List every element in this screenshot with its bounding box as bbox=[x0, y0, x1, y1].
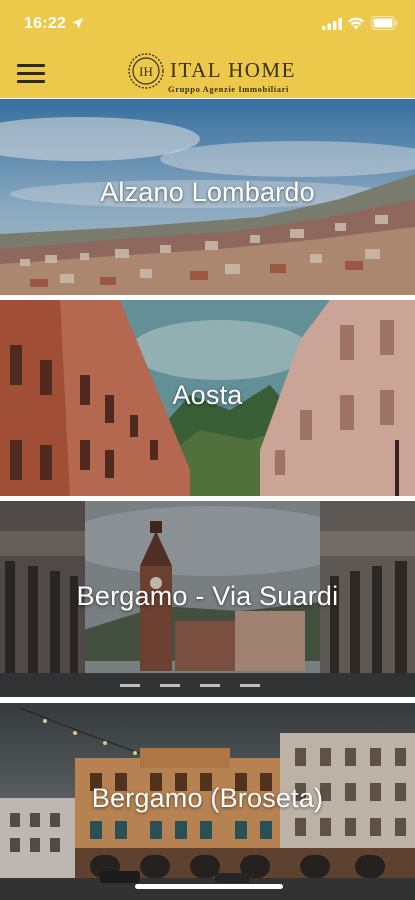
wifi-icon bbox=[348, 17, 364, 30]
hamburger-menu-icon[interactable] bbox=[17, 64, 45, 84]
agency-card[interactable]: Alzano Lombardo bbox=[0, 99, 415, 295]
agency-card[interactable]: Bergamo (Broseta) bbox=[0, 703, 415, 900]
agency-name: Aosta bbox=[172, 380, 243, 410]
agency-name: Bergamo (Broseta) bbox=[91, 783, 324, 813]
battery-icon bbox=[371, 16, 398, 30]
home-indicator[interactable] bbox=[135, 884, 283, 889]
status-bar: 16:22 bbox=[0, 0, 415, 46]
app-header: 16:22 IH ITAL HOME Gruppo Agenzie Immobi… bbox=[0, 0, 415, 98]
italhome-logo: IH ITAL HOME Gruppo Agenzie Immobiliari bbox=[127, 52, 297, 96]
agency-name: Alzano Lombardo bbox=[100, 177, 315, 207]
location-arrow-icon bbox=[72, 18, 83, 29]
status-time: 16:22 bbox=[24, 15, 66, 32]
signal-icon bbox=[322, 18, 342, 30]
svg-text:IH: IH bbox=[139, 64, 153, 79]
logo-subtitle: Gruppo Agenzie Immobiliari bbox=[168, 84, 289, 94]
logo-emblem: IH bbox=[128, 53, 164, 89]
agency-card[interactable]: Aosta bbox=[0, 300, 415, 496]
logo-text: ITAL HOME bbox=[170, 58, 296, 82]
agency-card[interactable]: Bergamo - Via Suardi bbox=[0, 501, 415, 697]
agency-name: Bergamo - Via Suardi bbox=[76, 581, 339, 611]
